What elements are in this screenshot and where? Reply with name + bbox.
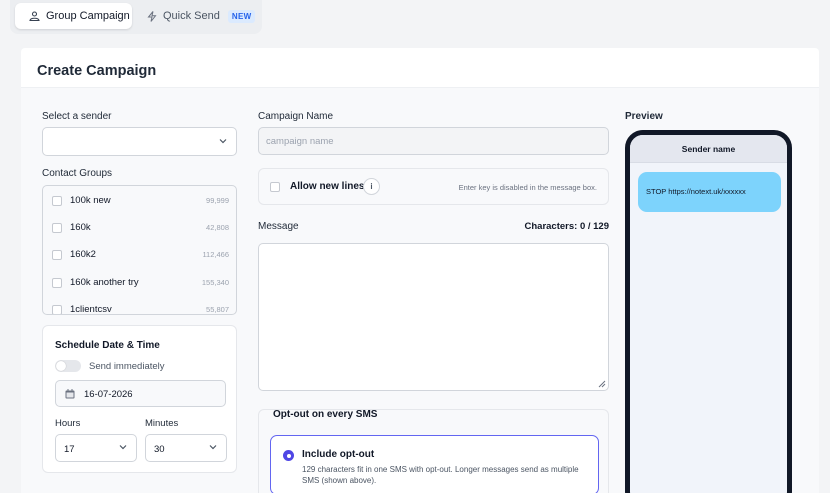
schedule-panel: Schedule Date & Time Send immediately 16… [42,325,237,473]
allow-new-lines-label: Allow new lines [290,181,365,192]
tab-label: Group Campaign [46,10,130,22]
group-checkbox[interactable] [52,277,62,288]
group-name: 100k new [70,195,111,206]
option-title: Include opt-out [302,449,375,460]
chevron-down-icon [219,138,227,143]
group-checkbox[interactable] [52,304,62,314]
preview-message-text: STOP https://notext.uk/xxxxxx [646,187,746,196]
tab-quick-send[interactable]: Quick Send NEW [147,3,256,29]
minutes-value: 30 [154,444,165,455]
campaign-name-input[interactable] [258,127,609,155]
send-immediately-label: Send immediately [89,361,165,372]
optout-panel: Opt-out on every SMS Include opt-out 129… [258,409,609,493]
users-icon [29,11,40,21]
tab-label: Quick Send [163,10,220,22]
hours-label: Hours [55,418,81,429]
group-count: 99,999 [206,196,229,205]
preview-sender-name: Sender name [630,135,787,163]
create-campaign-card: Create Campaign Select a sender Contact … [21,48,819,493]
page-title: Create Campaign [37,63,157,79]
campaign-tabbar: Group Campaign Quick Send NEW [10,0,262,34]
group-name: 160k [70,222,91,233]
resize-handle-icon[interactable] [598,380,606,388]
group-name: 160k2 [70,249,96,260]
calendar-icon [65,389,75,399]
allow-new-lines-hint: Enter key is disabled in the message box… [458,183,597,192]
message-label: Message [258,221,299,232]
group-count: 55,807 [206,305,229,314]
minutes-select[interactable]: 30 [145,434,227,462]
card-header: Create Campaign [21,48,819,88]
hours-value: 17 [64,444,75,455]
include-optout-radio[interactable] [283,450,294,461]
schedule-date-value: 16-07-2026 [84,389,133,400]
group-count: 155,340 [201,278,229,287]
new-badge: NEW [227,9,256,23]
group-name: 1clientcsv [70,304,112,315]
list-item[interactable]: 160k2 112,466 [43,241,236,268]
group-checkbox[interactable] [52,222,62,233]
hours-select[interactable]: 17 [55,434,137,462]
info-icon[interactable]: i [363,178,380,195]
list-item[interactable]: 160k 42,808 [43,214,236,241]
tab-group-campaign[interactable]: Group Campaign [15,3,132,29]
group-checkbox[interactable] [52,249,62,260]
group-count: 42,808 [206,223,229,232]
minutes-label: Minutes [145,418,179,429]
preview-message-bubble: STOP https://notext.uk/xxxxxx [638,172,781,212]
contact-groups-label: Contact Groups [42,168,113,179]
chevron-down-icon [119,445,127,450]
character-counter: Characters: 0 / 129 [524,221,610,232]
message-textarea[interactable] [258,243,609,391]
card-body: Select a sender Contact Groups 100k new … [21,88,819,493]
include-optout-option[interactable]: Include opt-out 129 characters fit in on… [270,435,599,493]
bolt-icon [147,10,157,22]
contact-groups-list[interactable]: 100k new 99,999 160k 42,808 160k2 112,46… [42,185,237,315]
sender-label: Select a sender [42,111,112,122]
option-description: 129 characters fit in one SMS with opt-o… [302,465,579,485]
sender-select[interactable] [42,127,237,156]
group-checkbox[interactable] [52,195,62,206]
list-item[interactable]: 160k another try 155,340 [43,269,236,296]
allow-new-lines-checkbox[interactable] [270,182,280,192]
group-count: 112,466 [202,250,229,259]
list-item[interactable]: 1clientcsv 55,807 [43,296,236,315]
schedule-title: Schedule Date & Time [55,340,160,351]
chevron-down-icon [209,445,217,450]
preview-label: Preview [625,111,663,122]
campaign-name-label: Campaign Name [258,111,334,122]
schedule-date-field[interactable]: 16-07-2026 [55,380,226,407]
phone-preview: Sender name STOP https://notext.uk/xxxxx… [625,130,792,493]
allow-new-lines-panel: Allow new lines i Enter key is disabled … [258,168,609,205]
optout-title: Opt-out on every SMS [273,409,378,420]
list-item[interactable]: 100k new 99,999 [43,187,236,214]
group-name: 160k another try [70,277,139,288]
send-immediately-toggle[interactable] [55,360,81,372]
